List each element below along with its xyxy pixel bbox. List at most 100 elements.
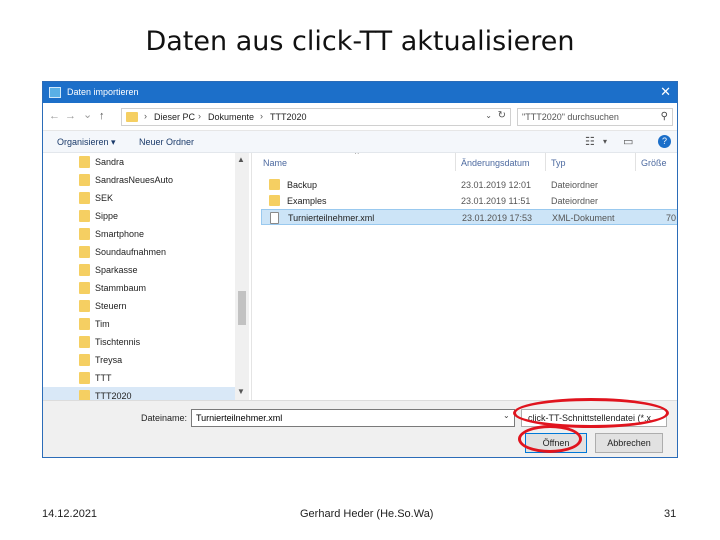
file-name: Examples — [287, 196, 327, 206]
forward-arrow-icon[interactable]: → — [65, 110, 76, 122]
navigation-scrollbar[interactable]: ▲ ▼ — [235, 153, 249, 400]
folder-icon — [269, 179, 280, 190]
slide-title: Daten aus click-TT aktualisieren — [145, 26, 575, 57]
address-bar: ← → ⌄ ↑ › Dieser PC › Dokumente › TTT202… — [43, 103, 677, 131]
sidebar-item-smartphone[interactable]: Smartphone — [43, 225, 235, 243]
sidebar-item-steuern[interactable]: Steuern — [43, 297, 235, 315]
view-options-icon[interactable]: ☷ — [585, 135, 595, 148]
folder-icon — [79, 210, 90, 222]
new-folder-button[interactable]: Neuer Ordner — [139, 137, 194, 147]
page-number: 31 — [664, 508, 677, 520]
folder-icon — [269, 195, 280, 206]
filetype-value: click-TT-Schnittstellendatei (*.x — [528, 413, 652, 423]
breadcrumb-ttt2020[interactable]: TTT2020 — [270, 112, 307, 122]
file-type: Dateiordner — [551, 196, 599, 206]
sort-arrow-icon: ^ — [355, 153, 359, 159]
breadcrumb-separator-icon: › — [144, 111, 147, 121]
close-icon[interactable]: ✕ — [660, 84, 671, 100]
file-name: Turnierteilnehmer.xml — [288, 213, 375, 223]
filename-input[interactable] — [191, 409, 515, 427]
folder-icon — [79, 192, 90, 204]
footer-date: 14.12.2021 — [42, 508, 98, 520]
sidebar-item-sandrasneuesauto[interactable]: SandrasNeuesAuto — [43, 171, 235, 189]
organize-menu[interactable]: Organisieren ▾ — [57, 137, 116, 148]
folder-icon — [79, 174, 90, 186]
filename-label: Dateiname: — [141, 413, 188, 423]
sidebar-item-sparkasse[interactable]: Sparkasse — [43, 261, 235, 279]
folder-icon — [79, 156, 90, 168]
search-placeholder: "TTT2020" durchsuchen — [522, 112, 619, 122]
open-button[interactable]: Öffnen — [525, 433, 587, 453]
folder-icon — [79, 372, 90, 384]
refresh-icon[interactable]: ↻ — [498, 110, 506, 121]
preview-pane-icon[interactable]: ▭ — [623, 135, 633, 148]
folder-icon — [79, 300, 90, 312]
column-divider[interactable] — [455, 153, 456, 171]
breadcrumb-dokumente[interactable]: Dokumente — [208, 112, 254, 122]
dialog-title: Daten importieren — [67, 87, 139, 97]
file-size: 70 — [666, 213, 677, 223]
column-header-type[interactable]: Typ — [551, 158, 566, 168]
app-icon — [49, 87, 61, 98]
file-date: 23.01.2019 11:51 — [461, 196, 531, 206]
sidebar-item-sek[interactable]: SEK — [43, 189, 235, 207]
search-input[interactable]: "TTT2020" durchsuchen ⚲ — [517, 108, 673, 126]
chevron-down-icon[interactable]: ⌄ — [503, 411, 510, 420]
chevron-down-icon[interactable]: ▾ — [603, 137, 607, 146]
file-list: Name ^ Änderungsdatum Typ Größe Backup 2… — [259, 153, 677, 400]
breadcrumb-separator-icon: › — [260, 111, 263, 121]
column-divider[interactable] — [545, 153, 546, 171]
sidebar-item-treysa[interactable]: Treysa — [43, 351, 235, 369]
sidebar-item-tim[interactable]: Tim — [43, 315, 235, 333]
file-date: 23.01.2019 17:53 — [462, 213, 533, 223]
breadcrumb[interactable]: › Dieser PC › Dokumente › TTT2020 ⌄ ↻ — [121, 108, 511, 126]
table-row[interactable]: Turnierteilnehmer.xml 23.01.2019 17:53 X… — [261, 209, 677, 225]
column-header-date[interactable]: Änderungsdatum — [461, 158, 530, 168]
scrollbar-thumb[interactable] — [238, 291, 246, 325]
folder-icon — [79, 390, 90, 400]
chevron-down-icon[interactable]: ⌄ — [485, 111, 492, 120]
column-header-size[interactable]: Größe — [641, 158, 667, 168]
breadcrumb-dieser-pc[interactable]: Dieser PC — [154, 112, 195, 122]
sidebar-item-ttt[interactable]: TTT — [43, 369, 235, 387]
document-icon — [270, 212, 279, 224]
pane-divider[interactable] — [251, 153, 252, 400]
command-toolbar: Organisieren ▾ Neuer Ordner ☷ ▾ ▭ ? — [43, 131, 677, 153]
sidebar-item-sippe[interactable]: Sippe — [43, 207, 235, 225]
dialog-titlebar: Daten importieren ✕ — [43, 82, 677, 103]
table-row[interactable]: Examples 23.01.2019 11:51 Dateiordner — [261, 193, 677, 209]
file-name: Backup — [287, 180, 318, 190]
scroll-up-icon[interactable]: ▲ — [237, 155, 245, 164]
file-type: XML-Dokument — [552, 213, 615, 223]
scroll-down-icon[interactable]: ▼ — [237, 387, 245, 396]
recent-locations-icon[interactable]: ⌄ — [83, 108, 92, 121]
help-icon[interactable]: ? — [658, 135, 671, 148]
column-divider[interactable] — [635, 153, 636, 171]
up-arrow-icon[interactable]: ↑ — [99, 110, 105, 122]
back-arrow-icon[interactable]: ← — [49, 110, 60, 122]
sidebar-item-ttt2020[interactable]: TTT2020 — [43, 387, 235, 400]
sidebar-item-tischtennis[interactable]: Tischtennis — [43, 333, 235, 351]
folder-icon — [79, 282, 90, 294]
file-type: Dateiordner — [551, 180, 599, 190]
folder-icon — [126, 112, 138, 122]
column-header-name[interactable]: Name — [263, 158, 287, 168]
breadcrumb-separator-icon: › — [198, 111, 201, 121]
navigation-pane: Sandra SandrasNeuesAuto SEK Sippe Smartp… — [43, 153, 251, 400]
file-date: 23.01.2019 12:01 — [461, 180, 532, 190]
dialog-footer: Dateiname: ⌄ click-TT-Schnittstellendate… — [43, 400, 677, 457]
import-dialog: Daten importieren ✕ ← → ⌄ ↑ › Dieser PC … — [42, 81, 678, 458]
folder-icon — [79, 264, 90, 276]
cancel-button[interactable]: Abbrechen — [595, 433, 663, 453]
folder-icon — [79, 318, 90, 330]
filetype-select[interactable]: click-TT-Schnittstellendatei (*.x — [521, 409, 667, 427]
folder-icon — [79, 228, 90, 240]
folder-icon — [79, 354, 90, 366]
search-icon: ⚲ — [660, 111, 668, 122]
sidebar-item-soundaufnahmen[interactable]: Soundaufnahmen — [43, 243, 235, 261]
folder-icon — [79, 246, 90, 258]
sidebar-item-stammbaum[interactable]: Stammbaum — [43, 279, 235, 297]
table-row[interactable]: Backup 23.01.2019 12:01 Dateiordner — [261, 177, 677, 193]
sidebar-item-sandra[interactable]: Sandra — [43, 153, 235, 171]
folder-icon — [79, 336, 90, 348]
